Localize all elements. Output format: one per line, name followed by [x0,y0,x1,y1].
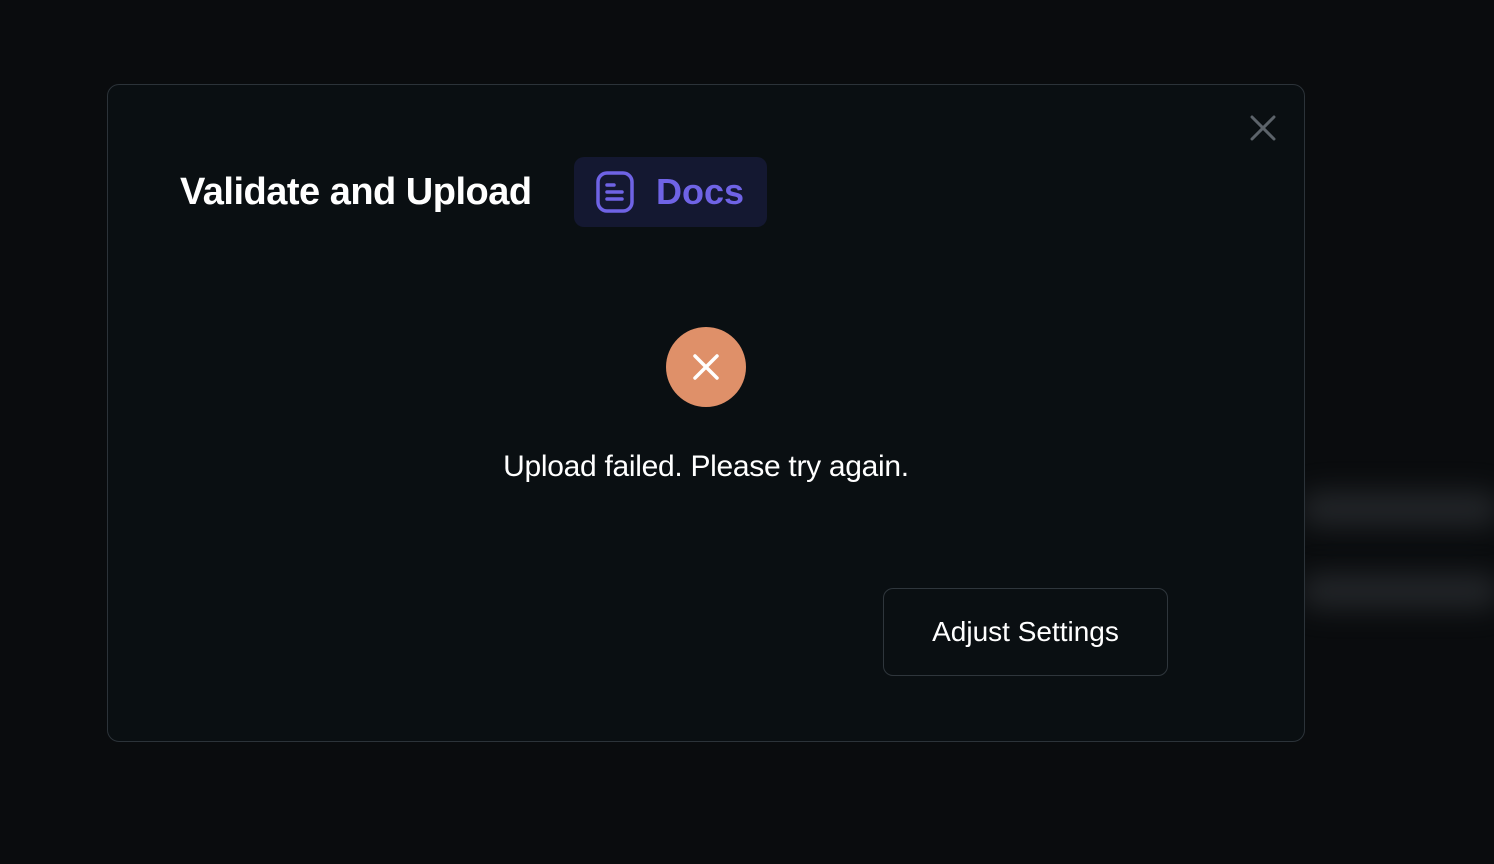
blurred-background-content [1300,574,1494,608]
adjust-settings-button[interactable]: Adjust Settings [883,588,1168,676]
modal-title: Validate and Upload [180,171,532,213]
docs-button-label: Docs [656,171,745,212]
status-message: Upload failed. Please try again. [503,450,909,483]
error-x-icon [693,354,719,380]
close-button[interactable] [1248,113,1278,143]
document-icon [594,170,636,214]
upload-modal: Validate and Upload Docs Upload failed. … [107,84,1305,742]
blurred-background-content [1300,492,1494,526]
close-icon [1250,115,1276,141]
docs-button[interactable]: Docs [574,157,767,227]
error-status-badge [666,327,746,407]
